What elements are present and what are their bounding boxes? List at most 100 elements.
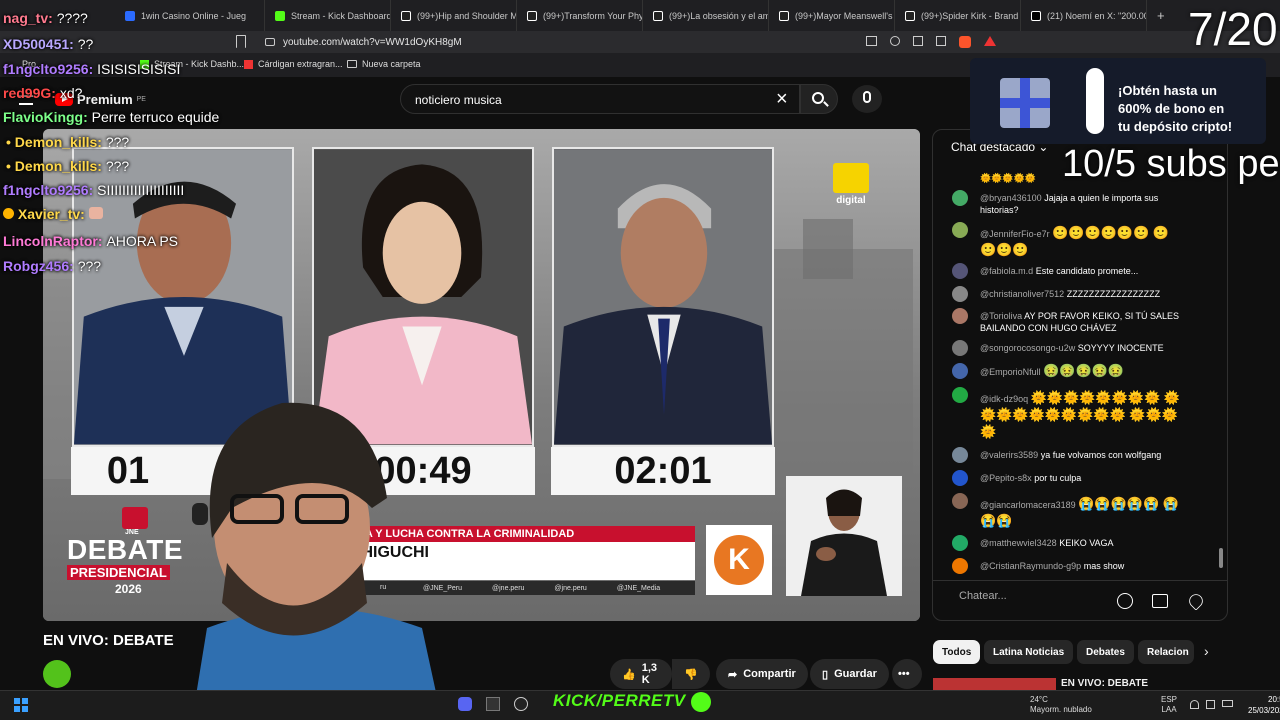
browser-tab[interactable]: (99+)La obsesión y el amo	[643, 0, 769, 31]
wifi-icon[interactable]	[1190, 700, 1199, 709]
super-chat-icon[interactable]	[1152, 594, 1168, 608]
avatar[interactable]	[952, 363, 968, 379]
weather-widget[interactable]: 24°C Mayorm. nublado	[1030, 695, 1092, 715]
browser-tab[interactable]: (21) Noemí en X: "200.000	[1021, 0, 1147, 31]
chat-user[interactable]: @valerirs3589	[980, 450, 1038, 460]
chat-user[interactable]: @giancarlomacera3189	[980, 500, 1076, 510]
overlay-message: FlavioKingg: Perre terruco equide	[3, 109, 219, 125]
chat-user[interactable]: @EmporioNfull	[980, 367, 1041, 377]
chat-user[interactable]: @Torioliva	[980, 311, 1022, 321]
avatar[interactable]	[952, 470, 968, 486]
emoji-icon[interactable]	[1117, 593, 1133, 609]
cast-icon[interactable]	[866, 36, 877, 46]
broadcaster-logo: K	[706, 525, 772, 595]
browser-tab[interactable]: (99+)Spider Kirk - Brand n	[895, 0, 1021, 31]
overlay-message: f1ngclto9256: SIIIIIIIIIIIIIIIIIIII	[3, 182, 184, 198]
avatar[interactable]	[952, 558, 968, 574]
save-label: Guardar	[834, 668, 877, 680]
share-page-icon[interactable]	[913, 36, 923, 46]
more-actions-button[interactable]: •••	[892, 659, 922, 689]
chat-user[interactable]: @bryan436100	[980, 193, 1042, 203]
search-input[interactable]: noticiero musica	[400, 84, 800, 114]
chat-text: mas show	[1083, 561, 1125, 571]
overlay-user: XD500451:	[3, 36, 74, 52]
clock-date: 25/03/2026	[1248, 706, 1280, 715]
share-label: Compartir	[743, 668, 796, 680]
social-youtube: @JNE_Media	[616, 584, 661, 592]
chat-user[interactable]: @songorocosongo-u2w	[980, 343, 1075, 353]
obs-icon[interactable]	[514, 697, 528, 711]
zoom-icon[interactable]	[890, 36, 900, 46]
overlay-text: xd?	[59, 85, 83, 101]
bookmark-star-icon[interactable]	[236, 35, 246, 48]
verified-check-icon	[690, 691, 711, 712]
clear-search-icon[interactable]: ×	[776, 88, 788, 111]
avatar[interactable]	[952, 286, 968, 302]
overlay-user: f1ngclto9256:	[3, 182, 94, 198]
chat-scrollbar[interactable]	[1219, 548, 1223, 568]
next-video-title[interactable]: EN VIVO: DEBATE	[1061, 678, 1148, 689]
avatar[interactable]	[952, 222, 968, 238]
browser-tab[interactable]: (99+)Mayor Meanswell's S	[769, 0, 895, 31]
avatar[interactable]	[952, 387, 968, 403]
chat-user[interactable]: @fabiola.m.d	[980, 266, 1033, 276]
alert-icon[interactable]	[984, 36, 996, 46]
chip-latina-noticias[interactable]: Latina Noticias	[984, 640, 1074, 664]
avatar[interactable]	[952, 493, 968, 509]
battery-icon[interactable]	[1222, 700, 1233, 707]
ad-line: 600% de bono en	[1118, 101, 1225, 116]
chat-user[interactable]: @matthewviel3428	[980, 538, 1057, 548]
dislike-button[interactable]: 👎	[672, 659, 710, 689]
avatar[interactable]	[952, 535, 968, 551]
terminal-icon[interactable]	[486, 697, 500, 711]
subs-goal: 10/5 subs pe	[1062, 143, 1280, 185]
brave-shield-icon[interactable]	[959, 36, 971, 48]
chip-related[interactable]: Relacion	[1138, 640, 1194, 664]
like-button[interactable]: 👍 1,3 K	[610, 659, 672, 689]
bookmark-label: Cárdigan extragran...	[258, 59, 343, 69]
save-button[interactable]: ▯ Guardar	[810, 659, 889, 689]
badge-icon	[3, 208, 14, 219]
browser-tab[interactable]: Stream - Kick Dashboard	[265, 0, 391, 31]
chat-user[interactable]: @Pepito-s8x	[980, 473, 1032, 483]
avatar[interactable]	[952, 447, 968, 463]
chat-user[interactable]: @idk-dz9oq	[980, 394, 1028, 404]
next-video-thumbnail[interactable]	[933, 678, 1056, 690]
system-clock[interactable]: 20:50 25/03/2026	[1248, 694, 1280, 716]
avatar[interactable]	[952, 190, 968, 206]
chevron-right-icon[interactable]: ›	[1204, 643, 1209, 659]
windows-start-icon[interactable]	[14, 698, 28, 712]
overlay-message: nag_tv: ????	[3, 10, 88, 26]
search-button[interactable]	[800, 84, 838, 114]
tab-bar: 1win Casino Online - Jueg Stream - Kick …	[0, 0, 1280, 31]
digital-label: digital	[836, 195, 866, 206]
avatar[interactable]	[952, 263, 968, 279]
chat-user[interactable]: @JenniferFio-e7r	[980, 229, 1050, 239]
discord-icon[interactable]	[458, 697, 472, 711]
share-button[interactable]: ➦ Compartir	[716, 659, 808, 689]
chat-input[interactable]: Chatear...	[946, 590, 1007, 602]
avatar[interactable]	[952, 308, 968, 324]
avatar[interactable]	[952, 340, 968, 356]
social-instagram: @jne.peru	[554, 584, 587, 592]
chat-user[interactable]: @CristianRaymundo-g9p	[980, 561, 1081, 571]
new-tab-button[interactable]: +	[1147, 0, 1175, 31]
browser-tab[interactable]: 1win Casino Online - Jueg	[115, 0, 265, 31]
channel-avatar[interactable]	[43, 660, 71, 688]
browser-tab[interactable]: (99+)Hip and Shoulder M	[391, 0, 517, 31]
bookmark-folder[interactable]: Nueva carpeta	[347, 59, 421, 69]
voice-search-button[interactable]	[852, 85, 882, 113]
browser-tab[interactable]: (99+)Transform Your Phys	[517, 0, 643, 31]
timer-1-text: 01	[106, 449, 150, 492]
url-field[interactable]: youtube.com/watch?v=WW1dOyKH8gM	[265, 31, 462, 53]
overlay-message: red99G: xd?	[3, 85, 82, 101]
site-info-icon[interactable]	[265, 38, 275, 46]
volume-icon[interactable]	[1206, 700, 1215, 709]
bookmark-icon[interactable]	[936, 36, 946, 46]
chat-user[interactable]: @christianoliver7512	[980, 289, 1064, 299]
more-icon: •••	[898, 668, 910, 680]
language-indicator[interactable]: ESP LAA	[1161, 695, 1177, 715]
chip-all[interactable]: Todos	[933, 640, 981, 664]
chip-debates[interactable]: Debates	[1077, 640, 1134, 664]
bookmark-item[interactable]: Cárdigan extragran...	[244, 59, 343, 69]
